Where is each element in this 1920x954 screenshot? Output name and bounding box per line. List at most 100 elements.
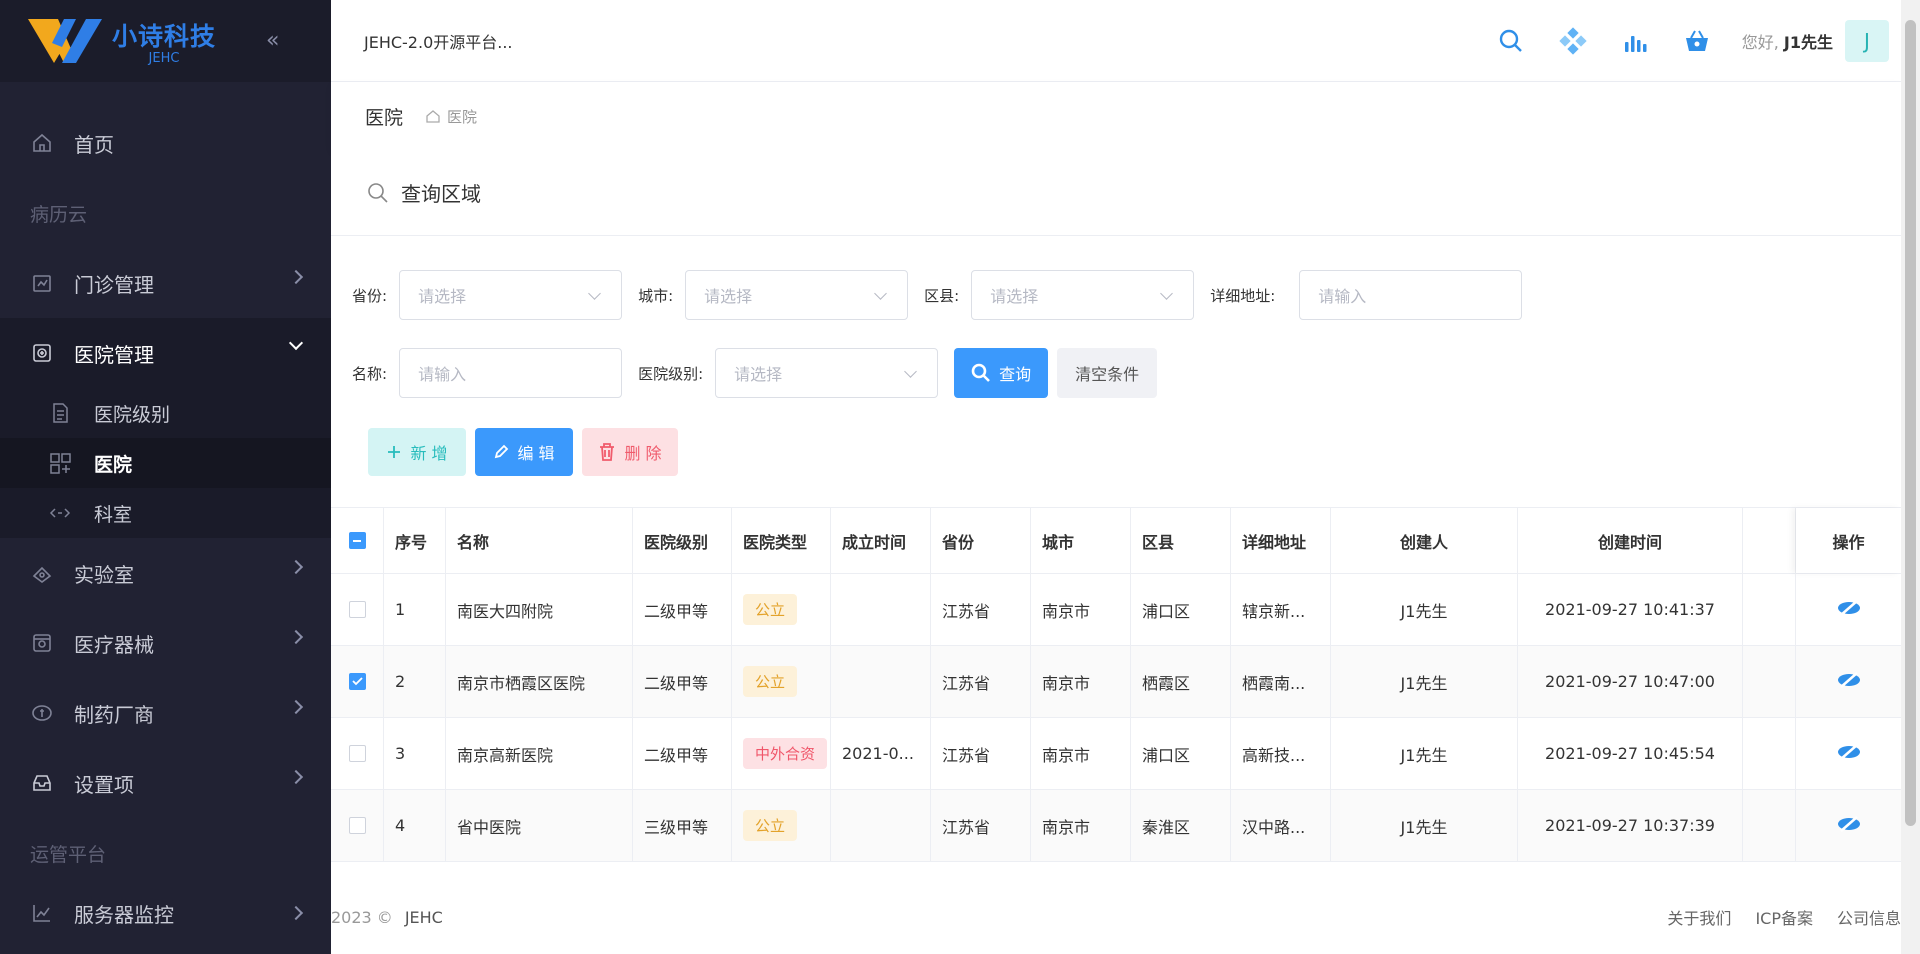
chevron-right-icon [288,269,304,285]
county-select[interactable]: 请选择 [971,270,1195,320]
sidebar-group-ops: 运管平台 [30,843,107,866]
chevron-right-icon [288,629,304,645]
table-row[interactable]: 4 省中医院 三级甲等 公立 江苏省 南京市 秦淮区 汉中路... J1先生 2… [331,790,1901,862]
brand-name: 小诗科技 [112,21,217,51]
view-eye-icon[interactable] [1836,815,1862,837]
collapse-sidebar-icon[interactable]: « [266,28,279,53]
row-checkbox[interactable] [348,745,366,762]
table-row[interactable]: 2 南京市栖霞区医院 二级甲等 公立 江苏省 南京市 栖霞区 栖霞南... J1… [331,646,1901,718]
sidebar-item-label: 医疗器械 [74,632,154,657]
top-header: JEHC-2.0开源平台... 您好, J1先生 J [331,0,1901,82]
sidebar-item-label: 制药厂商 [74,702,154,727]
city-select[interactable]: 请选择 [685,270,909,320]
copyright: 2023 © [331,907,393,927]
sidebar-item-hospital-management[interactable]: 医院管理 [0,318,331,388]
col-founded: 成立时间 [831,508,931,573]
row-checkbox[interactable] [348,601,366,618]
sidebar-item-medical-devices[interactable]: 医疗器械 [0,608,331,678]
sidebar-item-label: 实验室 [74,562,134,587]
trash-icon [600,443,615,461]
view-eye-icon[interactable] [1836,599,1862,621]
type-tag: 中外合资 [743,738,828,769]
vertical-scrollbar[interactable] [1901,0,1920,954]
sidebar-item-label: 设置项 [74,772,134,797]
col-level: 医院级别 [633,508,732,573]
table-row[interactable]: 1 南医大四附院 二级甲等 公立 江苏省 南京市 浦口区 辖京新... J1先生… [331,574,1901,646]
search-button[interactable]: 查询 [954,348,1049,398]
sidebar-subitem-hospital[interactable]: 医院 [0,438,331,488]
view-eye-icon[interactable] [1836,671,1862,693]
county-label: 区县: [924,286,960,305]
home-icon [30,131,54,155]
sidebar-subitem-hospital-level[interactable]: 医院级别 [0,388,331,438]
col-city: 城市 [1031,508,1131,573]
col-address: 详细地址 [1231,508,1331,573]
row-checkbox[interactable] [348,817,366,834]
level-select[interactable]: 请选择 [715,348,939,398]
col-province: 省份 [931,508,1031,573]
sidebar-item-label: 医院管理 [74,342,154,367]
lab-icon [30,561,54,585]
footer: 2023 © JEHC 关于我们 ICP备案 公司信息 [331,880,1901,954]
select-all-cell[interactable] [331,508,384,573]
sidebar-item-home[interactable]: 首页 [0,108,331,178]
brand-logo[interactable]: 小诗科技 JEHC « [0,0,331,82]
logo-mark-icon [28,17,106,65]
breadcrumb-home-link[interactable]: 医院 [425,106,477,127]
plus-icon [388,446,401,458]
avatar[interactable]: J [1845,20,1889,62]
device-icon [30,631,54,655]
sidebar-item-server-monitor[interactable]: 服务器监控 [0,888,331,938]
address-label: 详细地址: [1210,286,1276,305]
type-tag: 公立 [743,594,798,625]
row-checkbox[interactable] [348,673,366,690]
province-select[interactable]: 请选择 [399,270,623,320]
search-icon[interactable] [1496,26,1526,56]
sidebar-subitem-label: 医院级别 [94,403,171,426]
view-eye-icon[interactable] [1836,743,1862,765]
apps-icon[interactable] [1558,26,1588,56]
sidebar-item-outpatient[interactable]: 门诊管理 [0,248,331,318]
col-created: 创建时间 [1518,508,1743,573]
chevron-right-icon [288,769,304,785]
footer-link-company[interactable]: 公司信息 [1837,905,1901,929]
basket-icon[interactable] [1682,26,1712,56]
bar-chart-icon[interactable] [1620,26,1650,56]
user-greeting: 您好, J1先生 [1741,33,1833,52]
col-no: 序号 [384,508,446,573]
breadcrumb: 医院 医院 [331,82,1901,150]
query-area-title: 查询区域 [401,182,481,206]
clear-button[interactable]: 清空条件 [1057,348,1158,398]
document-icon [48,401,72,425]
main-content: 查询区域 省份: 请选择 城市: 请选择 区县: 请选择 详细地址: 请输入 名… [331,150,1901,880]
delete-button[interactable]: 删 除 [582,428,678,476]
select-all-checkbox[interactable] [348,532,366,549]
sidebar-item-label: 服务器监控 [74,902,174,927]
sidebar-item-settings[interactable]: 设置项 [0,748,331,818]
address-input[interactable]: 请输入 [1299,270,1523,320]
chevron-right-icon [288,905,304,921]
sidebar-subitem-department[interactable]: 科室 [0,488,331,538]
line-chart-icon [30,901,54,925]
pencil-icon [495,444,509,459]
sidebar-item-laboratory[interactable]: 实验室 [0,538,331,608]
sidebar-subitem-label: 医院 [94,453,133,476]
col-type: 医院类型 [732,508,831,573]
search-icon [368,182,388,203]
code-arrows-icon [48,501,72,525]
scrollbar-thumb[interactable] [1905,20,1916,826]
city-label: 城市: [638,286,674,305]
app-title: JEHC-2.0开源平台... [364,32,513,52]
sidebar-item-pharma[interactable]: 制药厂商 [0,678,331,748]
home-icon [426,110,440,123]
footer-link-about[interactable]: 关于我们 [1667,905,1731,929]
edit-button[interactable]: 编 辑 [475,428,573,476]
col-name: 名称 [446,508,633,573]
col-actions: 操作 [1796,508,1901,573]
col-creator: 创建人 [1331,508,1518,573]
add-button[interactable]: 新 增 [368,428,466,476]
chevron-down-icon [288,335,304,351]
name-input[interactable]: 请输入 [399,348,623,398]
footer-link-icp[interactable]: ICP备案 [1755,905,1813,929]
table-row[interactable]: 3 南京高新医院 二级甲等 中外合资 2021-0... 江苏省 南京市 浦口区… [331,718,1901,790]
